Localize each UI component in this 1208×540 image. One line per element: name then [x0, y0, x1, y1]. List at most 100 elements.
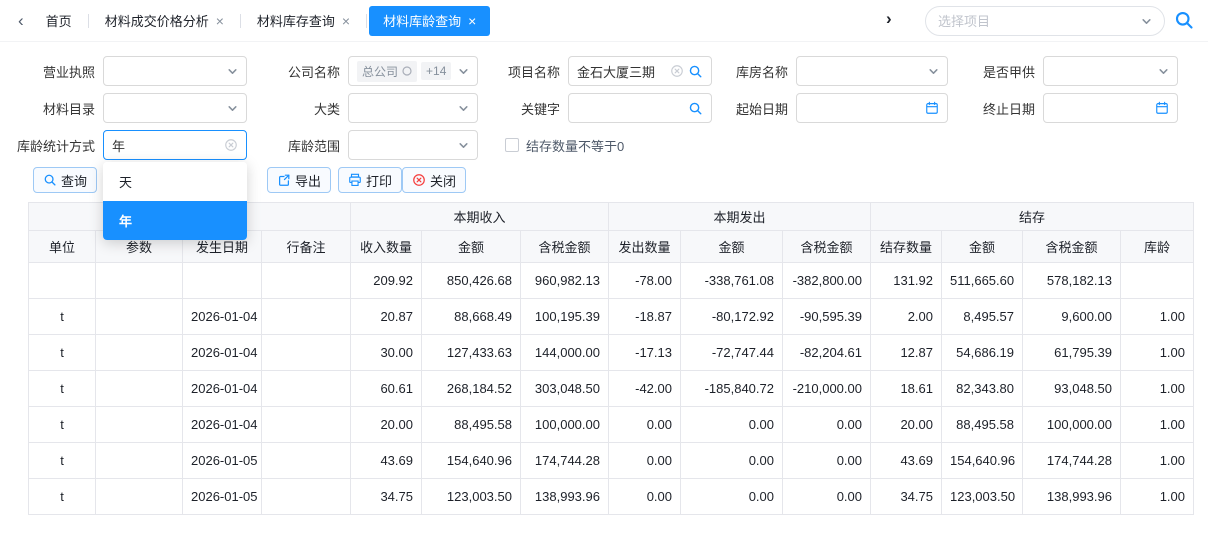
- table-cell: t: [29, 443, 96, 479]
- tab-separator: [366, 14, 367, 28]
- checkbox-icon[interactable]: [505, 138, 519, 152]
- close-icon[interactable]: ×: [342, 14, 350, 28]
- aging-method-value[interactable]: [112, 138, 220, 153]
- table-cell: 93,048.50: [1023, 371, 1121, 407]
- chevron-down-icon: [227, 103, 238, 114]
- table-cell: 18.61: [871, 371, 942, 407]
- table-row[interactable]: t2026-01-0420.0088,495.58100,000.000.000…: [29, 407, 1194, 443]
- company-name-select[interactable]: 总公司 +14: [348, 56, 478, 86]
- table-row[interactable]: t2026-01-0543.69154,640.96174,744.280.00…: [29, 443, 1194, 479]
- nonzero-balance-checkbox[interactable]: 结存数量不等于0: [505, 136, 624, 155]
- tabs-scroll-right-icon[interactable]: ›: [878, 9, 900, 29]
- project-select-input[interactable]: [938, 14, 1141, 29]
- start-date-picker[interactable]: [796, 93, 948, 123]
- export-icon: [277, 173, 291, 187]
- table-cell: [96, 407, 183, 443]
- table-cell: [96, 443, 183, 479]
- table-cell: t: [29, 335, 96, 371]
- table-cell: 88,668.49: [422, 299, 521, 335]
- warehouse-name-select[interactable]: [796, 56, 948, 86]
- column-header: 含税金额: [1023, 231, 1121, 263]
- table-row[interactable]: t2026-01-0460.61268,184.52303,048.50-42.…: [29, 371, 1194, 407]
- tabs-scroll-left-icon[interactable]: ‹: [10, 11, 32, 31]
- table-row[interactable]: t2026-01-0534.75123,003.50138,993.960.00…: [29, 479, 1194, 515]
- export-button[interactable]: 导出: [267, 167, 331, 193]
- table-cell: 123,003.50: [422, 479, 521, 515]
- table-cell: 144,000.00: [521, 335, 609, 371]
- end-date-value[interactable]: [1052, 101, 1151, 116]
- project-name-input[interactable]: [568, 56, 712, 86]
- company-name-label: 公司名称: [247, 62, 340, 81]
- owner-supplied-select[interactable]: [1043, 56, 1178, 86]
- table-cell: [29, 263, 96, 299]
- dropdown-option[interactable]: 年: [103, 201, 247, 240]
- table-cell: 30.00: [351, 335, 422, 371]
- aging-range-label: 库龄范围: [247, 136, 340, 155]
- big-category-select[interactable]: [348, 93, 478, 123]
- table-cell: -17.13: [609, 335, 681, 371]
- tab-aging-query[interactable]: 材料库龄查询 ×: [369, 6, 490, 36]
- table-cell: 100,000.00: [521, 407, 609, 443]
- nonzero-balance-label: 结存数量不等于0: [526, 136, 624, 155]
- table-cell: 43.69: [351, 443, 422, 479]
- keyword-input[interactable]: [568, 93, 712, 123]
- company-more-tag: +14: [421, 62, 451, 80]
- tab-price-analysis[interactable]: 材料成交价格分析 ×: [91, 6, 238, 36]
- start-date-label: 起始日期: [712, 99, 788, 118]
- end-date-picker[interactable]: [1043, 93, 1178, 123]
- table-cell: [96, 371, 183, 407]
- print-button[interactable]: 打印: [338, 167, 402, 193]
- keyword-value[interactable]: [577, 101, 684, 116]
- table-cell: 0.00: [783, 407, 871, 443]
- project-select[interactable]: [925, 6, 1165, 36]
- table-cell: 20.87: [351, 299, 422, 335]
- close-icon[interactable]: ×: [468, 14, 476, 28]
- table-row[interactable]: 209.92850,426.68960,982.13-78.00-338,761…: [29, 263, 1194, 299]
- table-cell: 1.00: [1121, 371, 1194, 407]
- query-button[interactable]: 查询: [33, 167, 97, 193]
- business-license-select[interactable]: [103, 56, 247, 86]
- table-cell: 2026-01-05: [183, 479, 262, 515]
- table-cell: 154,640.96: [942, 443, 1023, 479]
- table-body: 209.92850,426.68960,982.13-78.00-338,761…: [29, 263, 1194, 515]
- tag-remove-icon[interactable]: [402, 66, 412, 76]
- start-date-value[interactable]: [805, 101, 921, 116]
- filter-row-1: 营业执照 公司名称 总公司 +14 项目名称: [0, 56, 1208, 86]
- table-cell: 88,495.58: [422, 407, 521, 443]
- table-cell: t: [29, 407, 96, 443]
- chevron-down-icon: [458, 103, 469, 114]
- project-name-value[interactable]: [577, 64, 666, 79]
- table-row[interactable]: t2026-01-0420.8788,668.49100,195.39-18.8…: [29, 299, 1194, 335]
- aging-method-input[interactable]: [103, 130, 247, 160]
- filter-panel: 营业执照 公司名称 总公司 +14 项目名称: [0, 42, 1208, 160]
- table-cell: 303,048.50: [521, 371, 609, 407]
- search-icon[interactable]: [688, 101, 703, 116]
- table-cell: 0.00: [681, 479, 783, 515]
- clear-icon[interactable]: [224, 138, 238, 152]
- table-cell: t: [29, 299, 96, 335]
- aging-range-select[interactable]: [348, 130, 478, 160]
- table-cell: 0.00: [609, 443, 681, 479]
- table-cell: t: [29, 479, 96, 515]
- table-cell: 100,195.39: [521, 299, 609, 335]
- material-catalog-select[interactable]: [103, 93, 247, 123]
- table-cell: 127,433.63: [422, 335, 521, 371]
- table-cell: 268,184.52: [422, 371, 521, 407]
- table-row[interactable]: t2026-01-0430.00127,433.63144,000.00-17.…: [29, 335, 1194, 371]
- close-button[interactable]: 关闭: [402, 167, 466, 193]
- table-cell: -382,800.00: [783, 263, 871, 299]
- company-tag: 总公司: [357, 61, 417, 82]
- table-cell: 61,795.39: [1023, 335, 1121, 371]
- tab-stock-query[interactable]: 材料库存查询 ×: [243, 6, 364, 36]
- search-icon[interactable]: [688, 64, 703, 79]
- column-header: 结存数量: [871, 231, 942, 263]
- table-cell: 8,495.57: [942, 299, 1023, 335]
- close-icon[interactable]: ×: [216, 14, 224, 28]
- clear-icon[interactable]: [670, 64, 684, 78]
- column-header: 含税金额: [783, 231, 871, 263]
- search-icon[interactable]: [1174, 10, 1194, 30]
- table-cell: 82,343.80: [942, 371, 1023, 407]
- table-cell: 850,426.68: [422, 263, 521, 299]
- tab-home[interactable]: 首页: [32, 6, 86, 36]
- dropdown-option[interactable]: 天: [103, 162, 247, 201]
